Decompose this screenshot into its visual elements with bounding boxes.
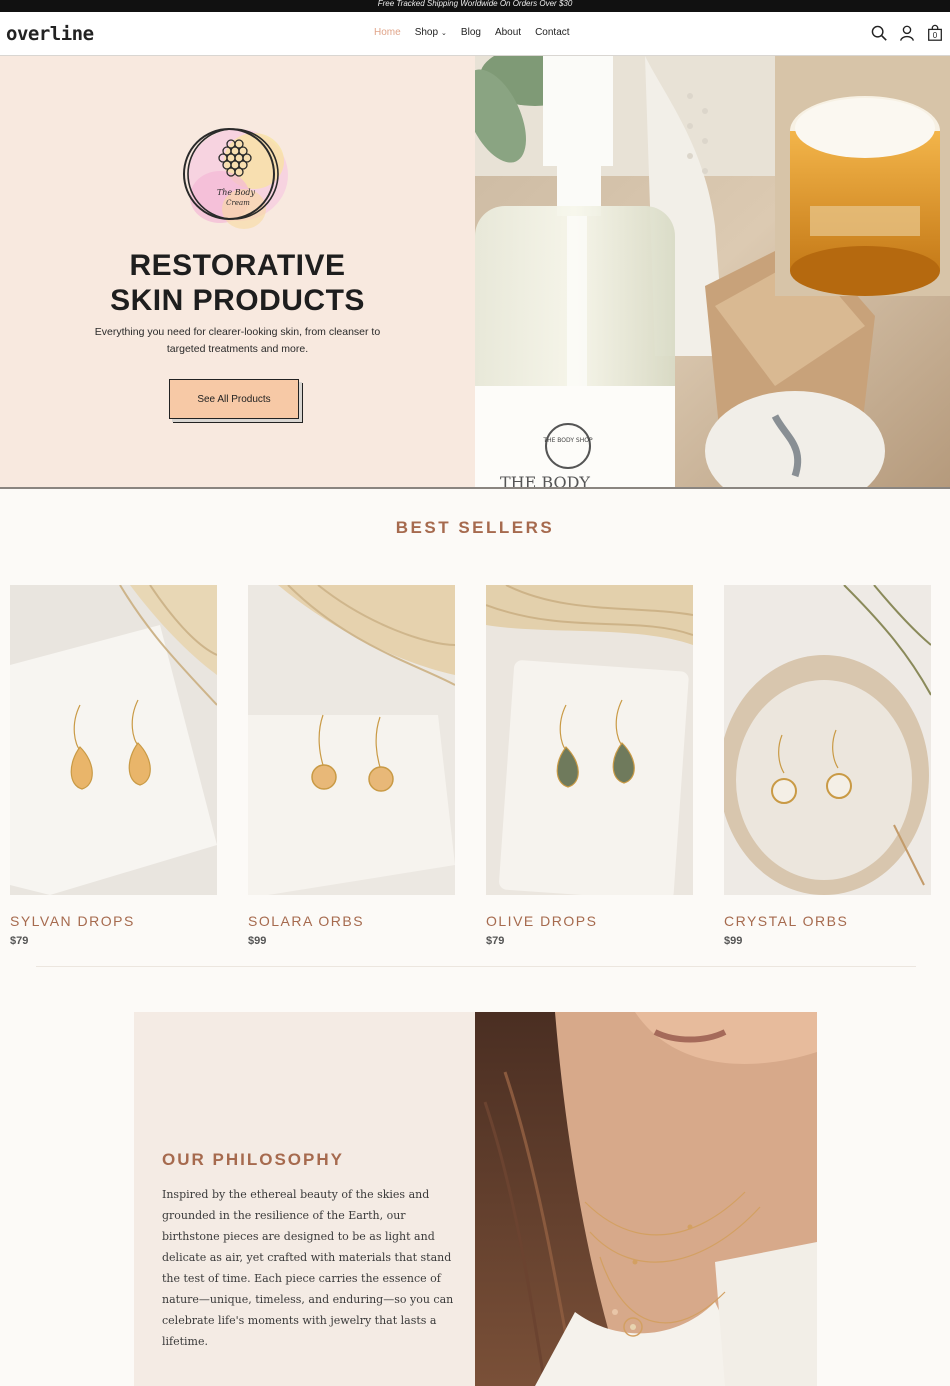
nav-shop[interactable]: Shop ⌄: [415, 27, 447, 38]
account-icon[interactable]: [898, 24, 916, 42]
philosophy-text: Inspired by the ethereal beauty of the s…: [162, 1188, 454, 1348]
product-name[interactable]: SOLARA ORBS: [248, 913, 455, 929]
badge-text-the-body: The Body: [217, 188, 256, 197]
see-all-products-button[interactable]: See All Products: [169, 379, 299, 419]
nav-about[interactable]: About: [495, 27, 521, 38]
site-header: overline Home Shop ⌄ Blog About Contact …: [0, 12, 950, 56]
best-sellers-title: BEST SELLERS: [395, 518, 555, 537]
badge-text-cream: Cream: [226, 199, 250, 207]
philosophy-title: OUR PHILOSOPHY: [162, 1150, 344, 1169]
hero-subtitle: Everything you need for clearer-looking …: [94, 326, 381, 355]
product-name[interactable]: CRYSTAL ORBS: [724, 913, 931, 929]
product-card[interactable]: CRYSTAL ORBS $99: [724, 585, 931, 947]
product-image-sylvan-drops[interactable]: [10, 585, 217, 895]
product-image-olive-drops[interactable]: [486, 585, 693, 895]
hero-divider: [0, 487, 950, 489]
body-cream-logo: The Body Cream: [183, 128, 288, 229]
search-icon[interactable]: [870, 24, 888, 42]
product-card[interactable]: OLIVE DROPS $79: [486, 585, 693, 947]
hero-photo: THE BODY SHOP THE BODY: [475, 56, 950, 488]
header-icons: 0: [870, 24, 944, 42]
product-card[interactable]: SOLARA ORBS $99: [248, 585, 455, 947]
product-image-solara-orbs[interactable]: [248, 585, 455, 895]
main-nav: Home Shop ⌄ Blog About Contact: [374, 27, 570, 38]
nav-shop-label: Shop: [414, 27, 439, 38]
product-price: $99: [248, 935, 267, 947]
chevron-down-icon: ⌄: [441, 29, 447, 37]
product-price: $79: [10, 935, 29, 947]
philosophy-section: OUR PHILOSOPHY Inspired by the ethereal …: [134, 1012, 817, 1386]
hero-title-line2: SKIN PRODUCTS: [110, 284, 365, 317]
product-name[interactable]: OLIVE DROPS: [486, 913, 693, 929]
product-price: $79: [486, 935, 505, 947]
announcement-bar: Free Tracked Shipping Worldwide On Order…: [0, 0, 950, 12]
nav-home[interactable]: Home: [374, 27, 401, 38]
product-image-crystal-orbs[interactable]: [724, 585, 931, 895]
necklace-model-image: [475, 1012, 817, 1386]
philosophy-photo: [475, 1012, 817, 1386]
photo-brand-label: THE BODY SHOP: [542, 437, 593, 444]
site-logo[interactable]: overline: [6, 23, 94, 45]
philosophy-text-panel: OUR PHILOSOPHY Inspired by the ethereal …: [134, 1012, 475, 1386]
nav-contact[interactable]: Contact: [535, 27, 569, 38]
cart-count: 0: [932, 31, 938, 40]
product-card[interactable]: SYLVAN DROPS $79: [10, 585, 217, 947]
nav-blog[interactable]: Blog: [461, 27, 481, 38]
product-grid: SYLVAN DROPS $79 SOLARA ORBS $99 OLIVE D…: [10, 585, 931, 947]
hero-title: RESTORATIVE SKIN PRODUCTS: [0, 248, 475, 318]
product-name[interactable]: SYLVAN DROPS: [10, 913, 217, 929]
hero-title-line1: RESTORATIVE: [129, 249, 346, 282]
hero-text-panel: The Body Cream RESTORATIVE SKIN PRODUCTS…: [0, 56, 475, 488]
skincare-products-image: THE BODY SHOP THE BODY: [475, 56, 950, 488]
photo-bottle-label: THE BODY: [500, 473, 590, 488]
cart-button[interactable]: 0: [926, 24, 944, 42]
section-divider: [36, 966, 916, 967]
announcement-text: Free Tracked Shipping Worldwide On Order…: [377, 0, 573, 8]
hero-banner: The Body Cream RESTORATIVE SKIN PRODUCTS…: [0, 56, 950, 489]
product-price: $99: [724, 935, 743, 947]
